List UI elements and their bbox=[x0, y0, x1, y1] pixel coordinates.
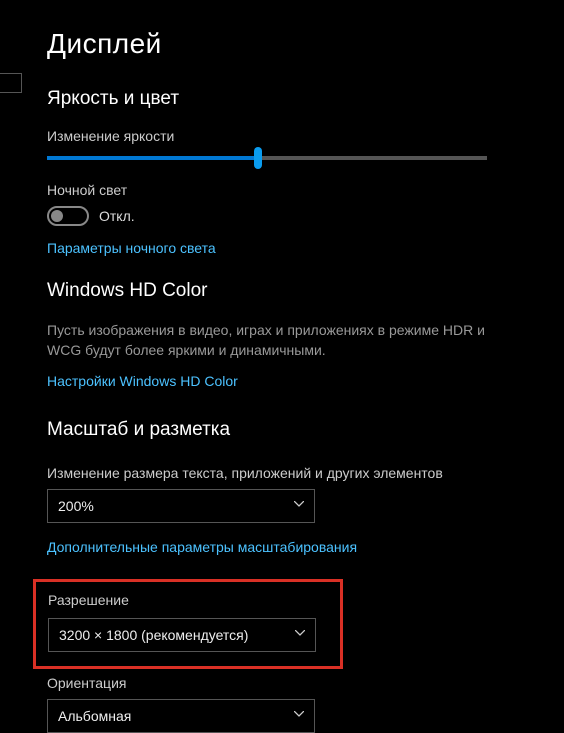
brightness-slider-fill bbox=[47, 156, 258, 160]
chevron-down-icon bbox=[295, 630, 305, 640]
resolution-highlight: Разрешение 3200 × 1800 (рекомендуется) bbox=[33, 579, 343, 669]
orientation-label: Ориентация bbox=[47, 675, 564, 691]
resolution-value: 3200 × 1800 (рекомендуется) bbox=[59, 627, 248, 643]
nightlight-label: Ночной свет bbox=[47, 182, 564, 198]
nightlight-toggle-row: Откл. bbox=[47, 206, 564, 226]
page-title: Дисплей bbox=[47, 28, 564, 60]
hdcolor-settings-link[interactable]: Настройки Windows HD Color bbox=[47, 373, 564, 389]
orientation-dropdown[interactable]: Альбомная bbox=[47, 699, 315, 733]
nightlight-settings-link[interactable]: Параметры ночного света bbox=[47, 240, 564, 256]
orientation-value: Альбомная bbox=[58, 708, 131, 724]
brightness-slider[interactable] bbox=[47, 156, 487, 160]
nightlight-toggle-knob bbox=[51, 210, 63, 222]
scale-layout-heading: Масштаб и разметка bbox=[47, 419, 564, 441]
brightness-color-heading: Яркость и цвет bbox=[47, 88, 564, 110]
nightlight-state-text: Откл. bbox=[99, 208, 135, 224]
nav-back-marker bbox=[0, 73, 22, 93]
brightness-slider-label: Изменение яркости bbox=[47, 128, 564, 144]
advanced-scaling-link[interactable]: Дополнительные параметры масштабирования bbox=[47, 539, 564, 555]
hdcolor-heading: Windows HD Color bbox=[47, 280, 564, 302]
settings-content: Дисплей Яркость и цвет Изменение яркости… bbox=[0, 0, 564, 733]
text-size-label: Изменение размера текста, приложений и д… bbox=[47, 465, 564, 481]
brightness-slider-thumb[interactable] bbox=[254, 147, 262, 169]
nightlight-toggle[interactable] bbox=[47, 206, 89, 226]
text-size-dropdown[interactable]: 200% bbox=[47, 489, 315, 523]
chevron-down-icon bbox=[294, 711, 304, 721]
hdcolor-description: Пусть изображения в видео, играх и прило… bbox=[47, 320, 507, 361]
resolution-dropdown[interactable]: 3200 × 1800 (рекомендуется) bbox=[48, 618, 316, 652]
chevron-down-icon bbox=[294, 501, 304, 511]
resolution-label: Разрешение bbox=[48, 592, 328, 608]
text-size-value: 200% bbox=[58, 498, 94, 514]
